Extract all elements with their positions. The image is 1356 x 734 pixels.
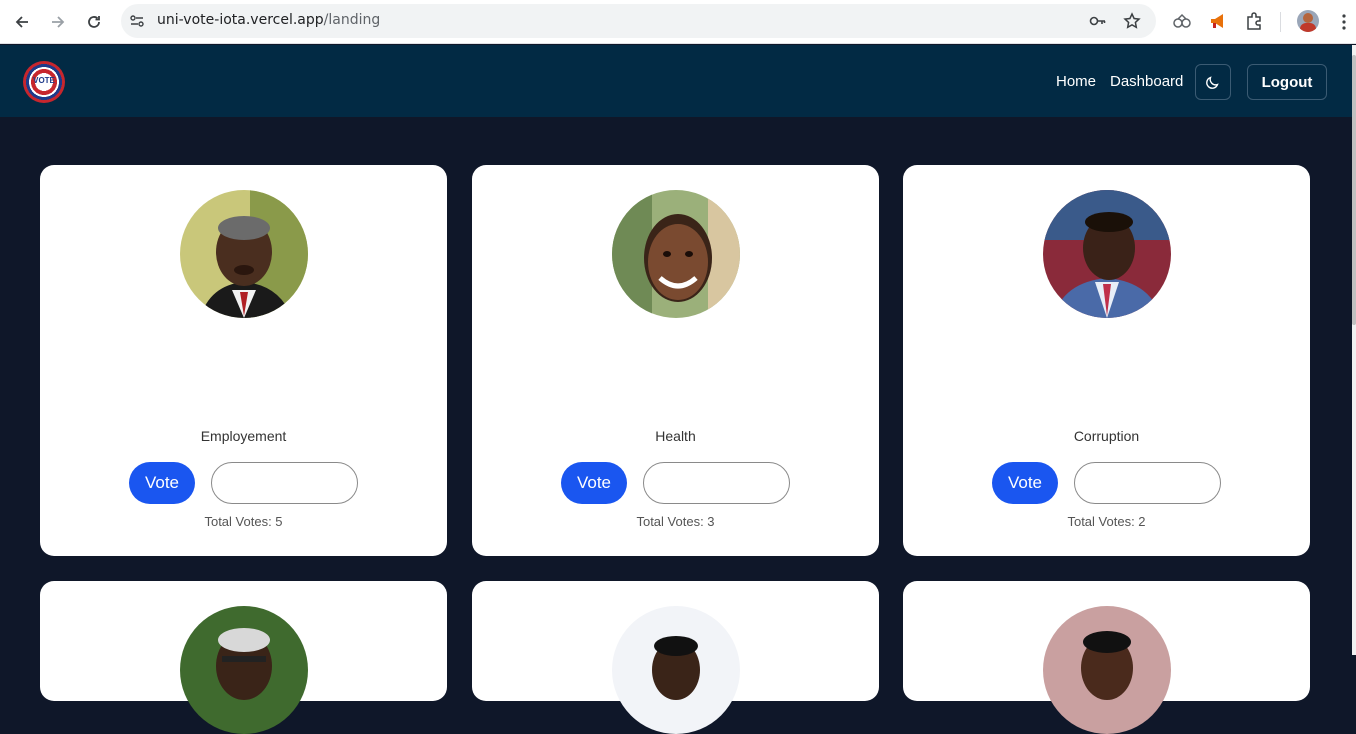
candidate-photo [612,190,740,318]
app-navbar: VOTE Home Dashboard Logout [0,45,1356,117]
url-host: uni-vote-iota.vercel.app [157,12,324,28]
candidate-card: Employement Vote Total Votes: 5 [40,165,447,556]
candidate-photo [1043,190,1171,318]
total-votes: Total Votes: 5 [204,514,283,529]
back-icon[interactable] [10,10,34,34]
vote-input[interactable] [1074,462,1221,504]
theme-toggle-button[interactable] [1195,64,1231,100]
profile-avatar[interactable] [1297,10,1319,32]
browser-toolbar: uni-vote-iota.vercel.app/landing [0,0,1356,44]
logo-text: VOTE [33,76,55,85]
nav-home-link[interactable]: Home [1056,73,1096,90]
megaphone-extension-icon[interactable] [1208,11,1228,31]
vote-logo[interactable]: VOTE [23,61,65,103]
vote-input[interactable] [211,462,358,504]
candidate-photo [180,606,308,734]
candidate-photo [1043,606,1171,734]
vote-button[interactable]: Vote [129,462,195,504]
total-votes: Total Votes: 2 [1067,514,1146,529]
site-settings-icon[interactable] [129,13,145,29]
address-bar[interactable]: uni-vote-iota.vercel.app/landing [121,4,1156,38]
scrollbar-thumb[interactable] [1352,55,1356,325]
vote-input[interactable] [643,462,790,504]
bookmark-star-icon[interactable] [1123,12,1141,30]
candidate-photo [612,606,740,734]
password-key-icon[interactable] [1089,12,1107,30]
total-votes: Total Votes: 3 [636,514,715,529]
extensions-icon[interactable] [1244,11,1264,31]
candidate-card: Corruption Vote Total Votes: 2 [903,165,1310,556]
candidate-photo [180,190,308,318]
vote-button[interactable]: Vote [992,462,1058,504]
performance-icon[interactable] [1172,11,1192,31]
candidate-category: Health [655,428,696,444]
url-text: uni-vote-iota.vercel.app/landing [157,12,380,28]
candidate-category: Employement [200,428,287,444]
toolbar-divider [1280,12,1281,32]
reload-icon[interactable] [82,10,106,34]
menu-kebab-icon[interactable] [1332,10,1356,34]
page-scrollbar[interactable] [1352,45,1356,655]
candidate-card: Health Vote Total Votes: 3 [472,165,879,556]
nav-dashboard-link[interactable]: Dashboard [1110,73,1183,90]
forward-icon[interactable] [46,10,70,34]
candidate-category: Corruption [1073,428,1140,444]
moon-icon [1206,76,1219,89]
vote-button[interactable]: Vote [561,462,627,504]
candidate-card [40,581,447,734]
url-path: /landing [323,12,381,28]
logout-button[interactable]: Logout [1247,64,1327,100]
candidate-card [472,581,879,734]
candidate-card [903,581,1310,734]
